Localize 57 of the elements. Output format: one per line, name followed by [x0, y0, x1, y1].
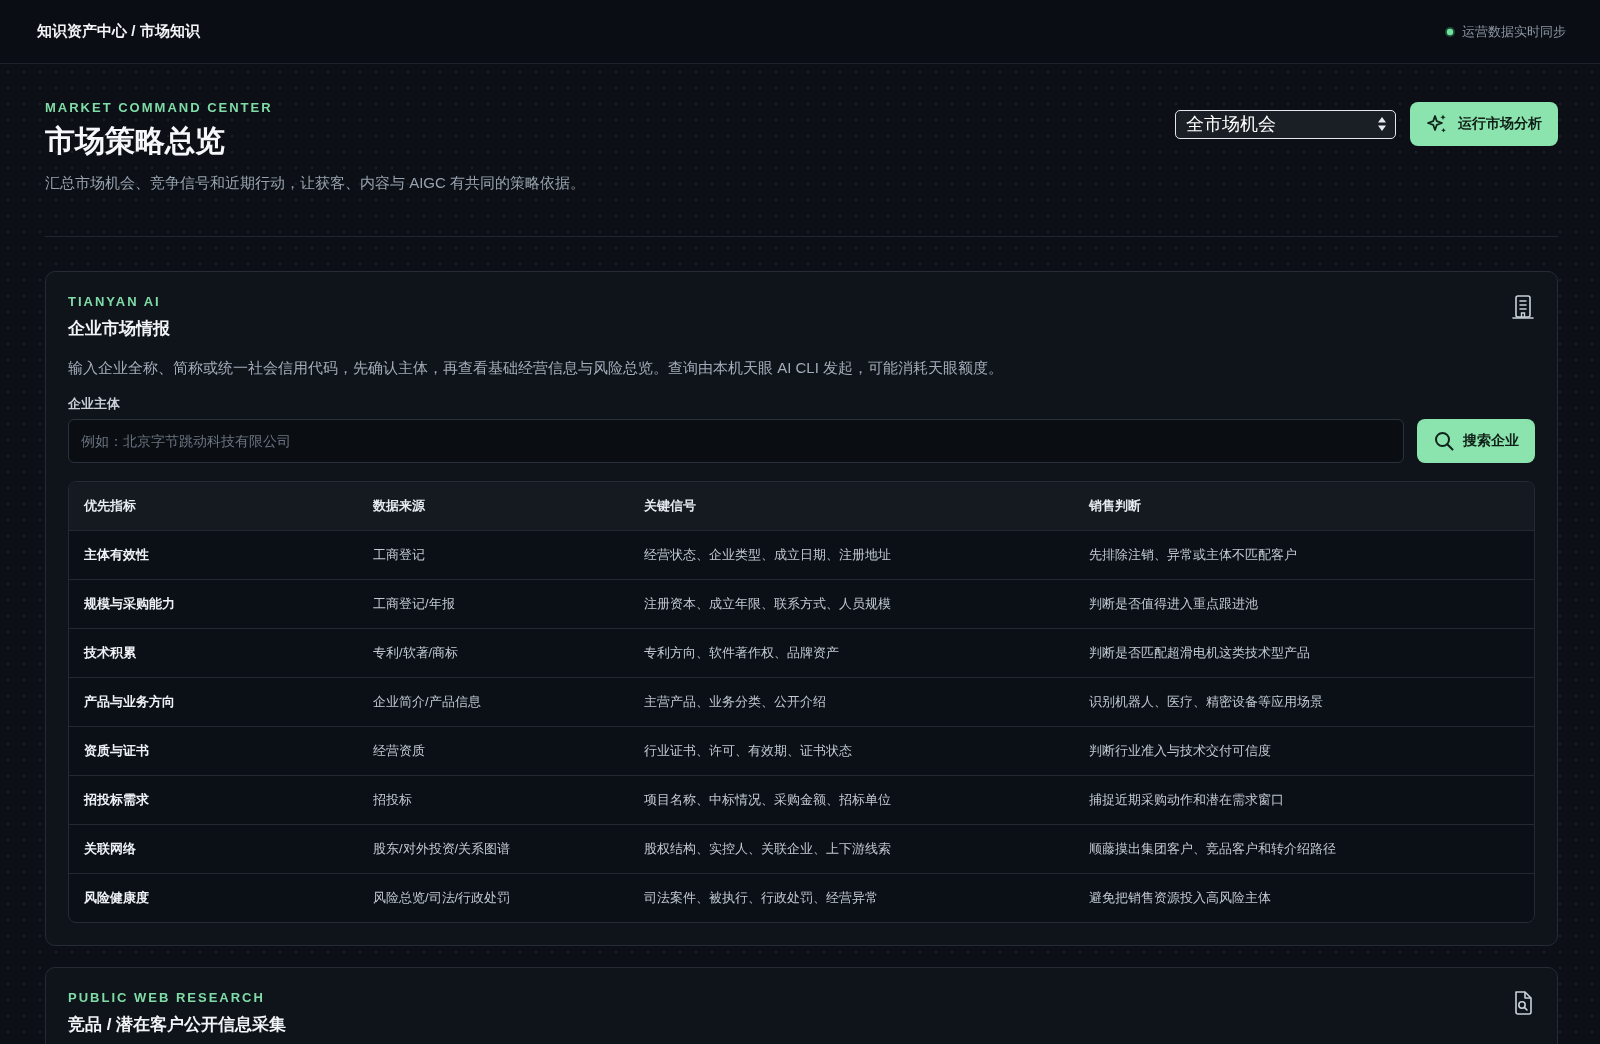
status-dot-icon — [1445, 26, 1455, 37]
sync-status-label: 运营数据实时同步 — [1462, 22, 1566, 41]
table-cell: 专利/软著/商标 — [373, 644, 459, 662]
table-cell: 主营产品、业务分类、公开介绍 — [644, 693, 826, 711]
card-eyebrow: TIANYAN AI — [68, 294, 162, 310]
table-cell: 技术积累 — [84, 644, 136, 662]
table-cell: 主体有效性 — [84, 546, 149, 564]
updown-arrows-icon — [1377, 116, 1387, 132]
table-cell: 规模与采购能力 — [84, 595, 175, 613]
table-cell: 经营状态、企业类型、成立日期、注册地址 — [644, 546, 891, 564]
table-cell: 捕捉近期采购动作和潜在需求窗口 — [1089, 791, 1284, 809]
table-cell: 股东/对外投资/关系图谱 — [373, 840, 511, 858]
table-cell: 判断行业准入与技术交付可信度 — [1089, 742, 1271, 760]
table-cell: 股权结构、实控人、关联企业、上下游线索 — [644, 840, 891, 858]
table-cell: 注册资本、成立年限、联系方式、人员规模 — [644, 595, 891, 613]
table-cell: 避免把销售资源投入高风险主体 — [1089, 889, 1271, 907]
table-cell: 判断是否匹配超滑电机这类技术型产品 — [1089, 644, 1310, 662]
card-title: 竞品 / 潜在客户公开信息采集 — [68, 1014, 287, 1036]
company-input[interactable]: 例如：北京字节跳动科技有限公司 — [68, 419, 1404, 463]
scope-select[interactable]: 全市场机会 — [1175, 109, 1396, 139]
table-cell: 关联网络 — [84, 840, 136, 858]
section-eyebrow: MARKET COMMAND CENTER — [45, 100, 274, 116]
breadcrumb: 知识资产中心 / 市场知识 — [37, 22, 200, 41]
table-cell: 专利方向、软件著作权、品牌资产 — [644, 644, 839, 662]
table-cell: 产品与业务方向 — [84, 693, 175, 711]
table-cell: 工商登记/年报 — [373, 595, 455, 613]
run-analysis-button[interactable]: 运行市场分析 — [1410, 102, 1558, 146]
table-cell: 风险总览/司法/行政处罚 — [373, 889, 511, 907]
table-cell: 先排除注销、异常或主体不匹配客户 — [1089, 546, 1297, 564]
table-cell: 识别机器人、医疗、精密设备等应用场景 — [1089, 693, 1323, 711]
table-cell: 经营资质 — [373, 742, 425, 760]
card-eyebrow: PUBLIC WEB RESEARCH — [68, 990, 266, 1006]
search-icon — [1433, 431, 1454, 451]
column-header: 销售判断 — [1089, 497, 1141, 515]
file-search-icon — [1512, 991, 1534, 1015]
table-cell: 工商登记 — [373, 546, 425, 564]
page-subtitle: 汇总市场机会、竞争信号和近期行动，让获客、内容与 AIGC 有共同的策略依据。 — [45, 173, 585, 193]
table-cell: 资质与证书 — [84, 742, 149, 760]
column-header: 数据来源 — [373, 497, 425, 515]
table-cell: 顺藤摸出集团客户、竞品客户和转介绍路径 — [1089, 840, 1336, 858]
card-description: 输入企业全称、简称或统一社会信用代码，先确认主体，再查看基础经营信息与风险总览。查询由本机天眼 AI CLI 发起，可能消耗天眼额度。 — [68, 358, 1005, 378]
table-cell: 行业证书、许可、有效期、证书状态 — [644, 742, 852, 760]
table-cell: 招投标需求 — [84, 791, 149, 809]
table-cell: 项目名称、中标情况、采购金额、招标单位 — [644, 791, 891, 809]
table-cell: 司法案件、被执行、行政处罚、经营异常 — [644, 889, 878, 907]
search-company-button[interactable]: 搜索企业 — [1417, 419, 1535, 463]
field-label: 企业主体 — [68, 395, 121, 413]
page-title: 市场策略总览 — [45, 123, 226, 159]
column-header: 关键信号 — [644, 497, 696, 515]
table-cell: 企业简介/产品信息 — [373, 693, 481, 711]
building-icon — [1512, 295, 1534, 319]
sparkle-icon — [1426, 113, 1448, 135]
table-cell: 招投标 — [373, 791, 412, 809]
card-title: 企业市场情报 — [68, 318, 170, 340]
table-cell: 风险健康度 — [84, 889, 149, 907]
table-cell: 判断是否值得进入重点跟进池 — [1089, 595, 1258, 613]
column-header: 优先指标 — [84, 497, 136, 515]
